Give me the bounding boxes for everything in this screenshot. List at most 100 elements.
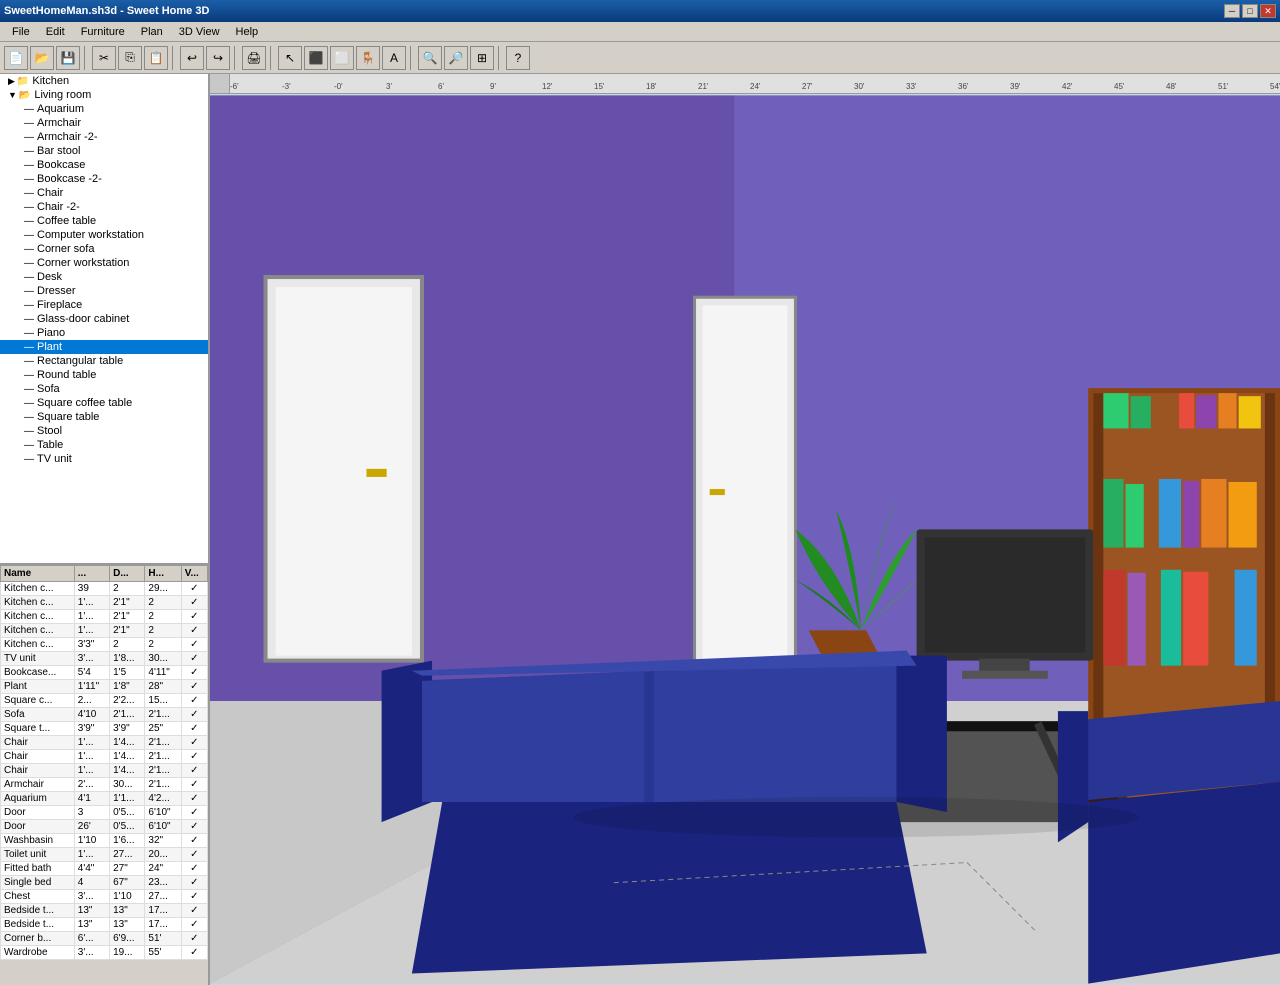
help-button[interactable]: ? (506, 46, 530, 70)
menu-file[interactable]: File (4, 24, 38, 40)
table-row[interactable]: Kitchen c... 1'... 2'1" 2 ✓ (1, 610, 208, 624)
prop-visible[interactable]: ✓ (181, 820, 207, 834)
prop-visible[interactable]: ✓ (181, 834, 207, 848)
paste-button[interactable]: 📋 (144, 46, 168, 70)
prop-visible[interactable]: ✓ (181, 932, 207, 946)
tree-item-bookcase[interactable]: — Bookcase (0, 158, 208, 172)
new-button[interactable]: 📄 (4, 46, 28, 70)
3d-view[interactable] (210, 94, 1280, 985)
col-height[interactable]: H... (145, 566, 181, 582)
tree-item-armchair[interactable]: — Armchair (0, 116, 208, 130)
tree-item-kitchen[interactable]: ▶ 📁 Kitchen (0, 74, 208, 88)
open-button[interactable]: 📂 (30, 46, 54, 70)
prop-visible[interactable]: ✓ (181, 680, 207, 694)
table-row[interactable]: TV unit 3'... 1'8... 30... ✓ (1, 652, 208, 666)
table-row[interactable]: Bedside t... 13" 13" 17... ✓ (1, 918, 208, 932)
create-rooms-button[interactable]: ⬜ (330, 46, 354, 70)
table-row[interactable]: Door 3 0'5... 6'10" ✓ (1, 806, 208, 820)
save-button[interactable]: 💾 (56, 46, 80, 70)
prop-visible[interactable]: ✓ (181, 806, 207, 820)
table-row[interactable]: Sofa 4'10 2'1... 2'1... ✓ (1, 708, 208, 722)
fit-button[interactable]: ⊞ (470, 46, 494, 70)
prop-visible[interactable]: ✓ (181, 638, 207, 652)
prop-visible[interactable]: ✓ (181, 890, 207, 904)
table-row[interactable]: Kitchen c... 3'3" 2 2 ✓ (1, 638, 208, 652)
tree-item-stool[interactable]: — Stool (0, 424, 208, 438)
table-row[interactable]: Plant 1'11" 1'8" 28" ✓ (1, 680, 208, 694)
tree-item-computerworkstation[interactable]: — Computer workstation (0, 228, 208, 242)
prop-visible[interactable]: ✓ (181, 624, 207, 638)
table-row[interactable]: Square t... 3'9" 3'9" 25" ✓ (1, 722, 208, 736)
prop-visible[interactable]: ✓ (181, 652, 207, 666)
select-button[interactable]: ↖ (278, 46, 302, 70)
table-row[interactable]: Washbasin 1'10 1'6... 32" ✓ (1, 834, 208, 848)
menu-edit[interactable]: Edit (38, 24, 73, 40)
menu-3dview[interactable]: 3D View (171, 24, 228, 40)
table-row[interactable]: Door 26' 0'5... 6'10" ✓ (1, 820, 208, 834)
tree-item-sofa[interactable]: — Sofa (0, 382, 208, 396)
tree-item-armchair2[interactable]: — Armchair -2- (0, 130, 208, 144)
prop-visible[interactable]: ✓ (181, 946, 207, 960)
table-row[interactable]: Chair 1'... 1'4... 2'1... ✓ (1, 736, 208, 750)
tree-item-cornersofa[interactable]: — Corner sofa (0, 242, 208, 256)
table-row[interactable]: Chest 3'... 1'10 27... ✓ (1, 890, 208, 904)
table-row[interactable]: Bedside t... 13" 13" 17... ✓ (1, 904, 208, 918)
tree-item-squaretable[interactable]: — Square table (0, 410, 208, 424)
tree-item-livingroom[interactable]: ▼ 📂 Living room (0, 88, 208, 102)
prop-visible[interactable]: ✓ (181, 666, 207, 680)
table-row[interactable]: Kitchen c... 39 2 29... ✓ (1, 582, 208, 596)
table-row[interactable]: Kitchen c... 1'... 2'1" 2 ✓ (1, 596, 208, 610)
tree-item-chair[interactable]: — Chair (0, 186, 208, 200)
prop-visible[interactable]: ✓ (181, 778, 207, 792)
table-row[interactable]: Chair 1'... 1'4... 2'1... ✓ (1, 750, 208, 764)
tree-item-cornerworkstation[interactable]: — Corner workstation (0, 256, 208, 270)
tree-item-coffeetable[interactable]: — Coffee table (0, 214, 208, 228)
col-name[interactable]: Name (1, 566, 75, 582)
prop-visible[interactable]: ✓ (181, 792, 207, 806)
table-row[interactable]: Aquarium 4'1 1'1... 4'2... ✓ (1, 792, 208, 806)
tree-item-desk[interactable]: — Desk (0, 270, 208, 284)
print-button[interactable]: 🖨 (242, 46, 266, 70)
tree-item-fireplace[interactable]: — Fireplace (0, 298, 208, 312)
prop-visible[interactable]: ✓ (181, 694, 207, 708)
prop-visible[interactable]: ✓ (181, 750, 207, 764)
expand-icon-kitchen[interactable]: ▶ (8, 76, 15, 87)
copy-button[interactable]: ⎘ (118, 46, 142, 70)
prop-visible[interactable]: ✓ (181, 722, 207, 736)
tree-item-squarecoffeetable[interactable]: — Square coffee table (0, 396, 208, 410)
col-depth[interactable]: D... (110, 566, 145, 582)
redo-button[interactable]: ↪ (206, 46, 230, 70)
tree-item-piano[interactable]: — Piano (0, 326, 208, 340)
menu-furniture[interactable]: Furniture (73, 24, 133, 40)
prop-visible[interactable]: ✓ (181, 904, 207, 918)
table-row[interactable]: Single bed 4 67" 23... ✓ (1, 876, 208, 890)
maximize-button[interactable]: □ (1242, 4, 1258, 18)
zoom-in-button[interactable]: 🔍 (418, 46, 442, 70)
minimize-button[interactable]: ─ (1224, 4, 1240, 18)
tree-item-table[interactable]: — Table (0, 438, 208, 452)
tree-item-barstool[interactable]: — Bar stool (0, 144, 208, 158)
menu-plan[interactable]: Plan (133, 24, 171, 40)
prop-visible[interactable]: ✓ (181, 848, 207, 862)
tree-item-rectangulartable[interactable]: — Rectangular table (0, 354, 208, 368)
table-row[interactable]: Fitted bath 4'4" 27" 24" ✓ (1, 862, 208, 876)
tree-item-bookcase2[interactable]: — Bookcase -2- (0, 172, 208, 186)
menu-help[interactable]: Help (228, 24, 267, 40)
tree-item-plant[interactable]: — Plant (0, 340, 208, 354)
prop-visible[interactable]: ✓ (181, 582, 207, 596)
furniture-tree[interactable]: ▶ 📁 Kitchen ▼ 📂 Living room — Aquarium —… (0, 74, 208, 565)
table-row[interactable]: Kitchen c... 1'... 2'1" 2 ✓ (1, 624, 208, 638)
table-row[interactable]: Wardrobe 3'... 19... 55' ✓ (1, 946, 208, 960)
tree-item-dresser[interactable]: — Dresser (0, 284, 208, 298)
properties-panel[interactable]: Name ... D... H... V... Kitchen c... 39 … (0, 565, 208, 985)
prop-visible[interactable]: ✓ (181, 876, 207, 890)
undo-button[interactable]: ↩ (180, 46, 204, 70)
table-row[interactable]: Toilet unit 1'... 27... 20... ✓ (1, 848, 208, 862)
add-furniture-button[interactable]: 🪑 (356, 46, 380, 70)
table-row[interactable]: Chair 1'... 1'4... 2'1... ✓ (1, 764, 208, 778)
zoom-out-button[interactable]: 🔎 (444, 46, 468, 70)
prop-visible[interactable]: ✓ (181, 862, 207, 876)
prop-visible[interactable]: ✓ (181, 764, 207, 778)
close-button[interactable]: ✕ (1260, 4, 1276, 18)
cut-button[interactable]: ✂ (92, 46, 116, 70)
